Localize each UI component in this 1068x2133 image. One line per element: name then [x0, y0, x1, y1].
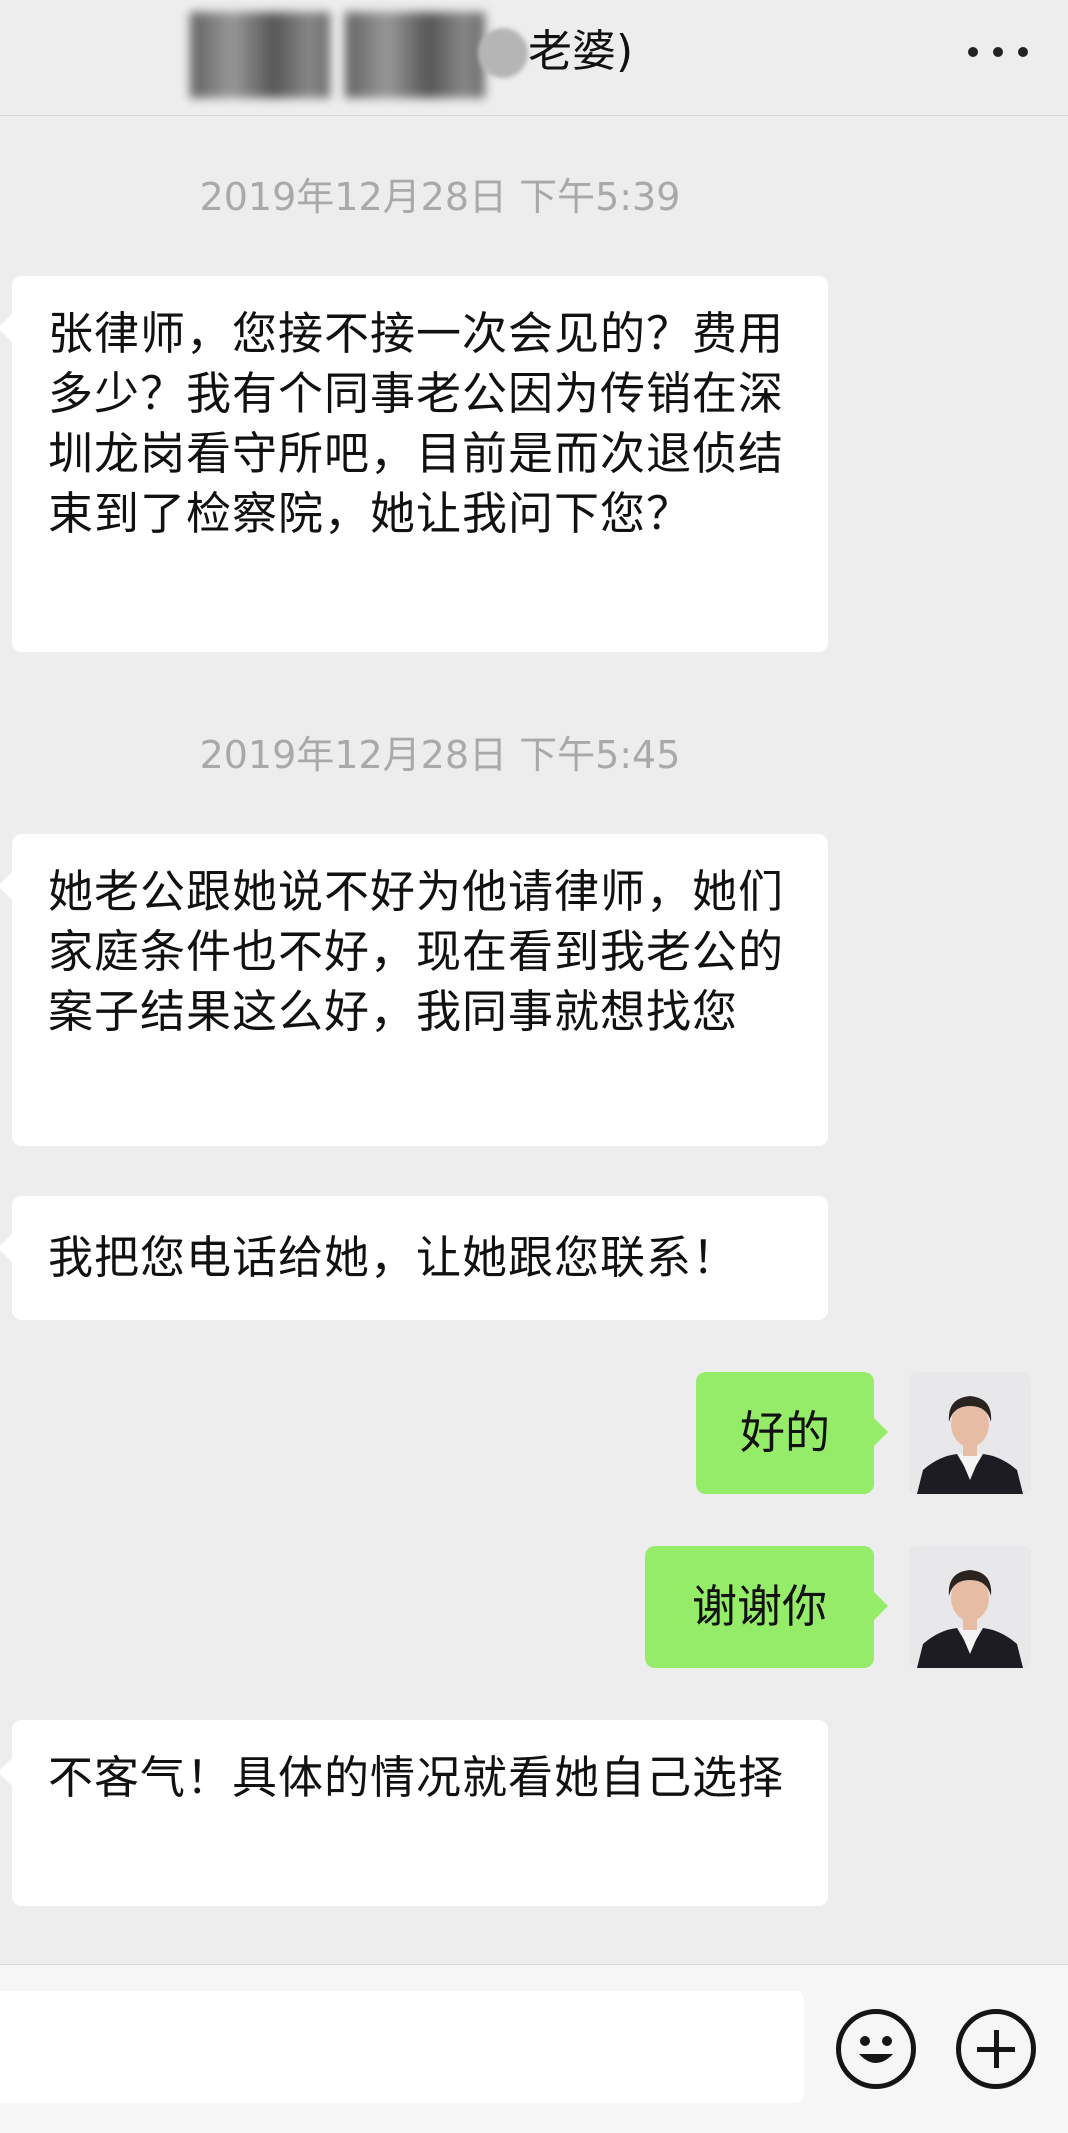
- plus-icon[interactable]: [956, 2009, 1036, 2089]
- incoming-message[interactable]: 她老公跟她说不好为他请律师，她们家庭条件也不好，现在看到我老公的案子结果这么好，…: [0, 834, 828, 1146]
- message-input[interactable]: [0, 1991, 804, 2103]
- plus-icon-glyph: [977, 2030, 1015, 2068]
- user-avatar[interactable]: [909, 1372, 1031, 1494]
- emoji-icon-glyph: [859, 2036, 893, 2063]
- timestamp: 2019年12月28日 下午5:45: [199, 733, 681, 777]
- redacted-name-blur: [345, 12, 485, 98]
- more-icon[interactable]: [968, 22, 1028, 82]
- outgoing-message[interactable]: 好的: [696, 1372, 888, 1494]
- redacted-name-blur: [478, 28, 528, 78]
- user-avatar[interactable]: [909, 1546, 1031, 1668]
- chat-title: 老婆): [528, 26, 634, 77]
- incoming-message[interactable]: 我把您电话给她，让她跟您联系！: [0, 1196, 828, 1320]
- avatar-portrait: [909, 1372, 1031, 1494]
- timestamp: 2019年12月28日 下午5:39: [199, 175, 681, 219]
- input-bar: [0, 1964, 1068, 2133]
- emoji-icon[interactable]: [836, 2009, 916, 2089]
- avatar-portrait: [909, 1546, 1031, 1668]
- incoming-message[interactable]: 不客气！具体的情况就看她自己选择: [0, 1720, 828, 1906]
- outgoing-message[interactable]: 谢谢你: [645, 1546, 888, 1668]
- chat-header: 老婆): [0, 0, 1068, 116]
- incoming-message[interactable]: 张律师，您接不接一次会见的？费用多少？我有个同事老公因为传销在深圳龙岗看守所吧，…: [0, 276, 828, 652]
- redacted-name-blur: [190, 12, 330, 98]
